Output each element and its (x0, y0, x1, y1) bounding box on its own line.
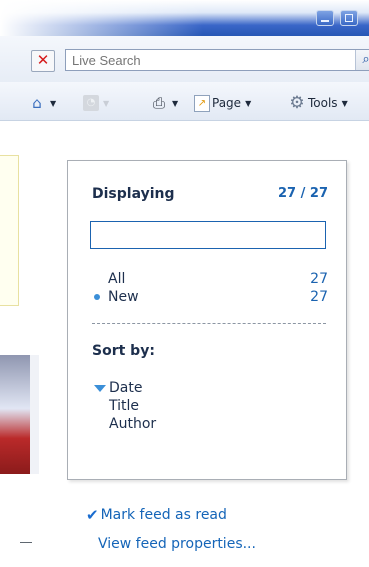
feeds-icon: ◔ (83, 95, 99, 111)
feed-item-fragment (0, 155, 19, 306)
filter-new-count: 27 (310, 289, 328, 305)
sort-by-date[interactable]: Date (109, 380, 142, 396)
filter-all[interactable]: All 27 (94, 271, 328, 289)
search-icon[interactable]: ⌕ (355, 50, 369, 70)
filter-all-label: All (108, 271, 126, 287)
tools-menu-label: Tools (308, 96, 338, 110)
feed-image-fragment (0, 355, 39, 474)
feeds-dropdown-icon[interactable]: ▼ (103, 99, 109, 108)
displaying-heading: Displaying (92, 186, 175, 202)
sort-descending-icon (94, 385, 106, 392)
page-menu-label: Page (212, 96, 242, 110)
filter-all-count: 27 (310, 271, 328, 287)
filter-search-input[interactable] (90, 221, 326, 249)
minimize-button[interactable] (316, 10, 334, 26)
tools-icon: ⚙ (289, 93, 305, 113)
selected-bullet-icon (94, 294, 100, 300)
view-feed-properties-link[interactable]: View feed properties... (98, 536, 256, 552)
displaying-count: 27 / 27 (278, 186, 328, 201)
feeds-button[interactable]: ◔ ▼ (83, 93, 109, 113)
home-dropdown-icon[interactable]: ▼ (50, 99, 56, 108)
tools-menu-button[interactable]: ⚙ Tools ▼ (288, 93, 348, 113)
sort-by-title[interactable]: Title (109, 398, 139, 414)
feed-divider-fragment (20, 542, 32, 543)
title-bar (0, 0, 369, 36)
print-icon: ⎙ (152, 94, 165, 112)
panel-divider (92, 323, 326, 324)
sort-by-author[interactable]: Author (109, 416, 156, 432)
home-icon: ⌂ (32, 94, 42, 112)
sort-by-heading: Sort by: (92, 343, 155, 359)
stop-icon[interactable]: ✕ (31, 50, 55, 72)
filter-new-label: New (108, 289, 139, 305)
live-search-input[interactable] (65, 49, 369, 71)
maximize-button[interactable] (340, 10, 358, 26)
page-menu-button[interactable]: ↗ Page ▼ (194, 93, 251, 113)
home-button[interactable]: ⌂ ▼ (28, 93, 56, 113)
tools-dropdown-icon: ▼ (341, 98, 348, 108)
feed-filter-panel: Displaying 27 / 27 All 27 New 27 Sort by… (67, 160, 347, 480)
print-button[interactable]: ⎙ ▼ (150, 93, 178, 113)
filter-new[interactable]: New 27 (94, 289, 328, 307)
checkmark-icon: ✔ (86, 506, 99, 524)
page-icon: ↗ (194, 94, 210, 112)
mark-feed-read-label: Mark feed as read (100, 507, 227, 523)
mark-feed-read-link[interactable]: ✔ Mark feed as read (86, 506, 227, 524)
print-dropdown-icon[interactable]: ▼ (172, 99, 178, 108)
page-dropdown-icon: ▼ (245, 98, 252, 108)
